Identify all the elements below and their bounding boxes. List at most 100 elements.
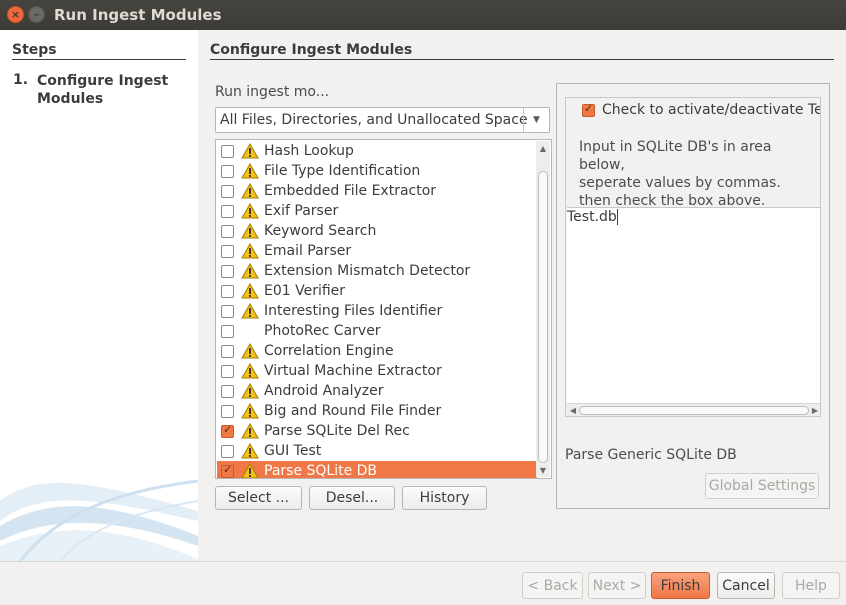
module-row[interactable]: Virtual Machine Extractor	[217, 361, 537, 381]
close-icon: ×	[10, 8, 21, 21]
module-label: Big and Round File Finder	[264, 403, 442, 419]
module-row[interactable]: Correlation Engine	[217, 341, 537, 361]
module-label: Email Parser	[264, 243, 352, 259]
scroll-down-icon[interactable]: ▼	[536, 463, 550, 477]
module-row[interactable]: File Type Identification	[217, 161, 537, 181]
module-checkbox[interactable]	[221, 384, 234, 398]
chevron-down-icon[interactable]: ▼	[523, 108, 549, 132]
module-label: E01 Verifier	[264, 283, 346, 299]
module-checkbox[interactable]	[221, 444, 234, 458]
warning-icon	[241, 303, 259, 319]
module-label: Interesting Files Identifier	[264, 303, 443, 319]
instructions-text: Input in SQLite DB's in area below, sepe…	[579, 138, 820, 210]
module-checkbox[interactable]	[221, 144, 234, 158]
warning-icon	[241, 203, 259, 219]
module-label: Parse SQLite Del Rec	[264, 423, 410, 439]
text-caret	[616, 209, 618, 225]
module-label: Embedded File Extractor	[264, 183, 437, 199]
instructions-line: Input in SQLite DB's in area below,	[579, 139, 772, 173]
module-row[interactable]: Extension Mismatch Detector	[217, 261, 537, 281]
back-button[interactable]: < Back	[522, 572, 583, 599]
warning-icon	[241, 463, 259, 478]
module-checkbox[interactable]	[221, 463, 234, 478]
minimize-icon: –	[33, 8, 40, 21]
module-checkbox[interactable]	[221, 423, 234, 438]
module-row[interactable]: Parse SQLite Del Rec	[217, 421, 537, 441]
module-label: GUI Test	[264, 443, 322, 459]
module-row[interactable]: PhotoRec Carver	[217, 321, 537, 341]
steps-pane: Steps 1. Configure Ingest Modules	[0, 30, 198, 561]
scroll-up-icon[interactable]: ▲	[536, 141, 550, 155]
help-button[interactable]: Help	[782, 572, 840, 599]
scroll-right-icon[interactable]: ▶	[809, 404, 820, 416]
module-checkbox[interactable]	[221, 324, 234, 338]
module-label: File Type Identification	[264, 163, 421, 179]
scrollbar-thumb[interactable]	[538, 171, 548, 463]
warning-icon	[241, 403, 259, 419]
module-checkbox[interactable]	[221, 204, 234, 218]
close-window-button[interactable]: ×	[7, 6, 24, 23]
history-button[interactable]: History	[402, 486, 487, 510]
warning-icon	[241, 243, 259, 259]
module-row[interactable]: Embedded File Extractor	[217, 181, 537, 201]
module-row[interactable]: Email Parser	[217, 241, 537, 261]
module-row[interactable]: Big and Round File Finder	[217, 401, 537, 421]
module-checkbox[interactable]	[221, 304, 234, 318]
steps-divider	[12, 59, 186, 60]
module-row[interactable]: GUI Test	[217, 441, 537, 461]
warning-icon	[241, 223, 259, 239]
title-bar: × – Run Ingest Modules	[0, 0, 846, 30]
deselect-all-button[interactable]: Desel...	[309, 486, 395, 510]
module-row[interactable]: Hash Lookup	[217, 141, 537, 161]
next-button[interactable]: Next >	[588, 572, 646, 599]
module-row[interactable]: Android Analyzer	[217, 381, 537, 401]
activate-label: Check to activate/deactivate Te	[602, 102, 821, 118]
file-scope-select[interactable]: All Files, Directories, and Unallocated …	[215, 107, 550, 133]
warning-icon	[241, 443, 259, 459]
module-checkbox[interactable]	[221, 404, 234, 418]
file-scope-value: All Files, Directories, and Unallocated …	[220, 112, 528, 128]
step-number: 1.	[13, 72, 29, 88]
warning-icon	[241, 383, 259, 399]
module-checkbox[interactable]	[221, 264, 234, 278]
module-checkbox[interactable]	[221, 244, 234, 258]
module-checkbox[interactable]	[221, 164, 234, 178]
title-divider	[210, 59, 834, 60]
warning-icon	[241, 283, 259, 299]
module-label: Correlation Engine	[264, 343, 394, 359]
module-label: Hash Lookup	[264, 143, 354, 159]
minimize-window-button[interactable]: –	[28, 6, 45, 23]
module-checkbox[interactable]	[221, 364, 234, 378]
finish-button[interactable]: Finish	[651, 572, 710, 599]
module-row[interactable]: Keyword Search	[217, 221, 537, 241]
module-label: PhotoRec Carver	[264, 323, 381, 339]
activate-row: Check to activate/deactivate Te	[582, 102, 821, 118]
module-label: Exif Parser	[264, 203, 339, 219]
module-row[interactable]: Interesting Files Identifier	[217, 301, 537, 321]
module-checkbox[interactable]	[221, 224, 234, 238]
warning-icon	[241, 363, 259, 379]
module-label: Android Analyzer	[264, 383, 384, 399]
warning-icon	[241, 163, 259, 179]
run-ingest-label: Run ingest mo...	[215, 84, 330, 100]
module-row[interactable]: E01 Verifier	[217, 281, 537, 301]
module-checkbox[interactable]	[221, 284, 234, 298]
select-all-button[interactable]: Select ...	[215, 486, 302, 510]
module-row[interactable]: Exif Parser	[217, 201, 537, 221]
module-row[interactable]: Parse SQLite DB	[217, 461, 537, 478]
module-label: Virtual Machine Extractor	[264, 363, 442, 379]
module-checkbox[interactable]	[221, 184, 234, 198]
warning-icon	[241, 143, 259, 159]
sqlite-db-textarea[interactable]: Test.db ◀ ▶	[567, 207, 820, 416]
horizontal-scrollbar-thumb[interactable]	[579, 406, 809, 415]
module-checkbox[interactable]	[221, 344, 234, 358]
global-settings-button[interactable]: Global Settings	[705, 473, 819, 499]
horizontal-scrollbar[interactable]: ◀ ▶	[567, 403, 820, 416]
settings-inner-panel: Check to activate/deactivate Te Input in…	[565, 97, 821, 417]
cancel-button[interactable]: Cancel	[717, 572, 775, 599]
page-title: Configure Ingest Modules	[210, 42, 413, 58]
scroll-left-icon[interactable]: ◀	[567, 404, 579, 416]
vertical-scrollbar[interactable]: ▲ ▼	[536, 141, 550, 477]
activate-checkbox[interactable]	[582, 102, 595, 117]
step-label-configure: Configure Ingest Modules	[37, 73, 169, 107]
